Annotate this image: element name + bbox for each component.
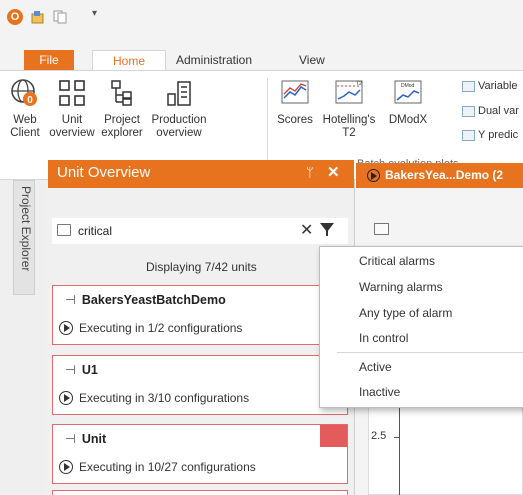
tab-home[interactable]: Home [92, 50, 166, 71]
project-explorer-label-1: Project [104, 114, 140, 126]
production-overview-icon [167, 81, 191, 106]
quick-access-dropdown-icon[interactable]: ▾ [92, 8, 97, 19]
y-predicted-label: Y predic [478, 129, 519, 141]
project-tree-icon [111, 80, 132, 106]
unit-overview-label-1: Unit [61, 114, 83, 126]
app-logo-icon[interactable]: O [7, 9, 23, 25]
unit-status: Executing in 1/2 configurations [59, 321, 242, 335]
production-overview-label-1: Production [151, 114, 207, 126]
dmodx-button[interactable]: DMod DModX [384, 78, 432, 127]
close-icon[interactable]: ✕ [327, 163, 340, 181]
tab-view[interactable]: View [299, 50, 325, 70]
unit-overview-title: Unit Overview [57, 164, 151, 181]
web-client-label-2: Client [10, 127, 40, 139]
executing-icon [367, 169, 380, 182]
y-predicted-button[interactable]: Y predic [462, 129, 518, 141]
document-tab-label: BakersYea...Demo (2 [385, 168, 504, 182]
unit-name-text: Unit [81, 432, 107, 446]
hotellings-t2-button[interactable]: T2 Hotelling's T2 [318, 78, 380, 140]
ribbon-separator [267, 78, 268, 173]
production-overview-button[interactable]: Production overview [146, 78, 212, 140]
tab-administration[interactable]: Administration [176, 50, 252, 70]
menu-item-warning-alarms[interactable]: Warning alarms [359, 280, 443, 294]
filter-icon-stem [326, 230, 328, 236]
unit-status-text: Executing in 3/10 configurations [79, 391, 250, 405]
plot-toolbar-icon[interactable] [374, 223, 389, 235]
variable-label: Variable [478, 80, 518, 92]
scores-button[interactable]: Scores [274, 78, 316, 127]
unit-overview-button[interactable]: Unit overview [48, 78, 96, 140]
web-client-button[interactable]: 0 Web Client [4, 78, 46, 140]
unit-card[interactable]: ⊣ Unit Executing in 10/27 configurations [52, 424, 348, 484]
svg-text:0: 0 [27, 95, 33, 106]
svg-text:DMod: DMod [401, 83, 415, 89]
unit-overview-icon [59, 80, 85, 106]
production-overview-label-2: overview [156, 127, 202, 139]
unit-pin-icon[interactable]: ⊣ [65, 432, 76, 446]
unit-name: ⊣ BakersYeastBatchDemo [65, 292, 226, 307]
y-axis-tick-label: 2.5 [371, 430, 387, 442]
variable-button[interactable]: Variable [462, 80, 518, 92]
tab-file[interactable]: File [24, 50, 74, 70]
hotellings-label-2: T2 [342, 127, 356, 139]
unit-pin-icon[interactable]: ⊣ [65, 363, 76, 377]
scores-plot-icon [281, 80, 309, 104]
unit-name-text: U1 [81, 363, 98, 377]
variable-plot-icon [462, 80, 475, 92]
clear-search-icon[interactable]: ✕ [300, 220, 313, 240]
executing-icon [59, 391, 73, 405]
unit-status-text: Executing in 10/27 configurations [79, 460, 256, 474]
search-input[interactable] [78, 221, 288, 241]
unit-name: ⊣ U1 [65, 362, 98, 377]
menu-separator [337, 352, 523, 353]
scores-label: Scores [277, 114, 313, 126]
unit-overview-label-2: overview [49, 127, 95, 139]
dmodx-label: DModX [388, 114, 428, 126]
y-predicted-plot-icon [462, 129, 475, 141]
menu-item-inactive[interactable]: Inactive [359, 385, 400, 399]
ribbon-tab-row [0, 36, 523, 70]
unit-name: ⊣ Unit [65, 431, 106, 446]
unit-status: Executing in 10/27 configurations [59, 460, 256, 474]
unit-pin-icon[interactable]: ⊣ [65, 293, 76, 307]
units-count-text: Displaying 7/42 units [146, 260, 257, 274]
hotellings-label-1: Hotelling's [322, 114, 376, 126]
menu-item-critical-alarms[interactable]: Critical alarms [359, 254, 435, 268]
svg-text:T2: T2 [356, 81, 362, 87]
project-explorer-button[interactable]: Project explorer [98, 78, 146, 140]
project-explorer-tab-label: Project Explorer [19, 186, 33, 272]
search-scope-icon [57, 224, 71, 236]
unit-card[interactable]: ⊣ U1 Executing in 3/10 configurations [52, 355, 348, 415]
web-client-label-1: Web [13, 114, 37, 126]
menu-item-active[interactable]: Active [359, 360, 392, 374]
pin-icon[interactable]: ᛘ [306, 165, 314, 180]
open-project-icon[interactable] [31, 10, 45, 24]
unit-status: Executing in 3/10 configurations [59, 391, 249, 405]
unit-name-text: BakersYeastBatchDemo [81, 293, 226, 307]
hotellings-t2-icon: T2 [335, 80, 363, 104]
dual-variable-button[interactable]: Dual var [462, 105, 519, 117]
menu-item-any-alarm[interactable]: Any type of alarm [359, 306, 452, 320]
unit-card[interactable]: ⊣ BakersYeastBatchDemo Executing in 1/2 c… [52, 285, 348, 345]
unit-status-text: Executing in 1/2 configurations [79, 321, 243, 335]
project-explorer-label-2: explorer [101, 127, 143, 139]
alarm-indicator [320, 425, 347, 447]
dual-variable-plot-icon [462, 105, 475, 117]
copy-icon[interactable] [53, 10, 67, 24]
filter-menu [319, 246, 523, 408]
executing-icon [59, 460, 73, 474]
y-axis-tick [394, 437, 399, 438]
title-bar [0, 0, 523, 36]
globe-icon: 0 [11, 79, 37, 106]
executing-icon [59, 321, 73, 335]
dual-variable-label: Dual var [478, 105, 519, 117]
menu-item-in-control[interactable]: In control [359, 331, 408, 345]
unit-card-partial[interactable] [52, 490, 348, 495]
dmodx-icon: DMod [394, 80, 422, 104]
